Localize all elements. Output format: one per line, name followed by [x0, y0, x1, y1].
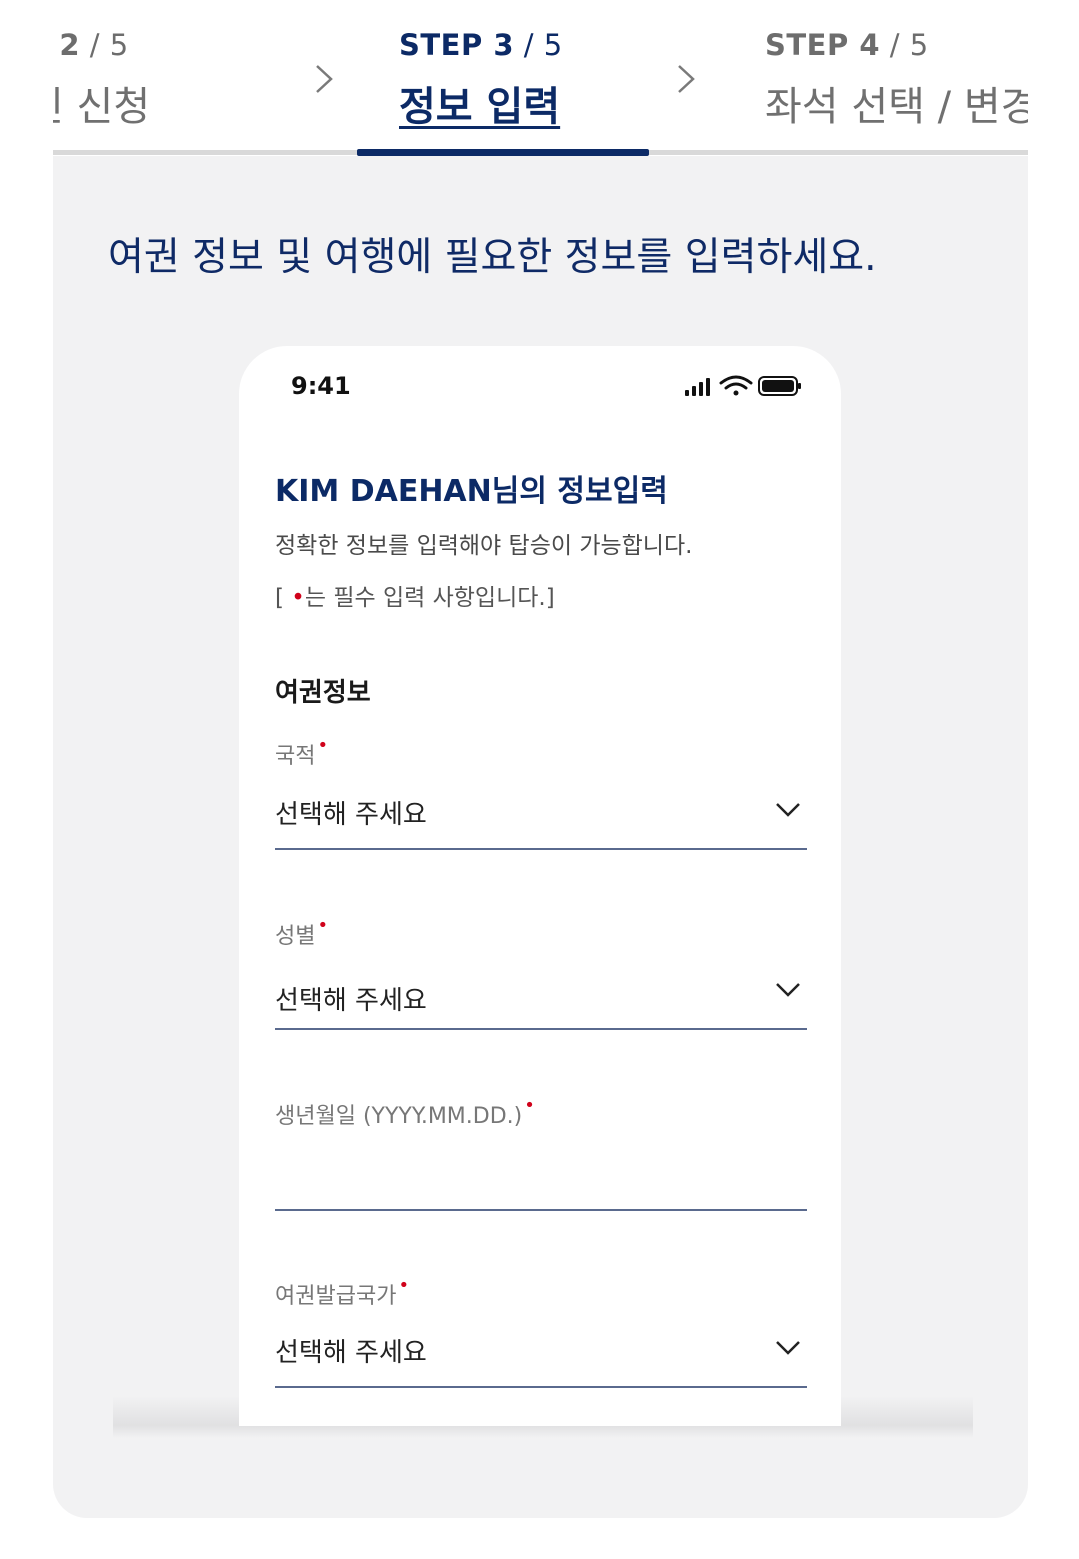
section-title-passport: 여권정보: [275, 678, 371, 708]
step-active-indicator: [357, 149, 649, 156]
birthdate-underline: [275, 1209, 807, 1211]
step-4-label: 좌석 선택 / 변경: [765, 84, 1028, 130]
required-dot: •: [291, 585, 305, 611]
birthdate-label: 생년월일 (YYYY.MM.DD.) •: [275, 1095, 535, 1129]
required-note: [ •는 필수 입력 사항입니다.]: [275, 585, 555, 611]
status-time: 9:41: [291, 372, 351, 400]
passport-country-select[interactable]: 여권발급국가 • 선택해 주세요: [275, 1275, 807, 1398]
nationality-underline: [275, 848, 807, 850]
form-description: 정확한 정보를 입력해야 탑승이 가능합니다.: [275, 533, 693, 559]
signal-icon: [685, 378, 710, 396]
form-title: KIM DAEHAN님의 정보입력: [275, 474, 668, 509]
step-3-label: 정보 입력: [399, 84, 561, 130]
birthdate-input[interactable]: 생년월일 (YYYY.MM.DD.) •: [275, 1095, 807, 1218]
gender-select[interactable]: 성별 • 선택해 주세요: [275, 915, 807, 1038]
chevron-down-icon: [776, 983, 800, 997]
step-progress-bar: P 2 / 5 인 신청 STEP 3 / 5 정보 입력 STEP 4 / 5…: [53, 0, 1028, 156]
chevron-down-icon: [776, 1341, 800, 1355]
passport-country-label: 여권발급국가 •: [275, 1275, 410, 1309]
battery-icon: [758, 376, 801, 396]
nationality-label: 국적 •: [275, 735, 329, 769]
nationality-select[interactable]: 국적 • 선택해 주세요: [275, 735, 807, 858]
gender-underline: [275, 1028, 807, 1030]
passport-country-underline: [275, 1386, 807, 1388]
chevron-down-icon: [776, 803, 800, 817]
gender-label: 성별 •: [275, 915, 329, 949]
wifi-icon: [719, 375, 753, 396]
chevron-right-icon: [316, 65, 333, 93]
step-2-label: 인 신청: [53, 84, 151, 130]
step-4-number: STEP 4 / 5: [765, 28, 929, 62]
gender-value: 선택해 주세요: [275, 986, 427, 1016]
status-icons: [685, 375, 801, 396]
chevron-right-icon: [678, 65, 695, 93]
passport-country-value: 선택해 주세요: [275, 1338, 427, 1368]
phone-mockup: 9:41 KIM DAEHAN님의 정보입력 정확한 정보를 입력해야 탑승이 …: [239, 346, 841, 1426]
step-3-number: STEP 3 / 5: [399, 28, 563, 62]
step-2-number: P 2 / 5: [53, 28, 129, 62]
intro-text: 여권 정보 및 여행에 필요한 정보를 입력하세요.: [108, 235, 877, 280]
step-content-panel: 여권 정보 및 여행에 필요한 정보를 입력하세요. 9:41 KIM DAEH…: [53, 156, 1028, 1518]
nationality-value: 선택해 주세요: [275, 800, 427, 830]
